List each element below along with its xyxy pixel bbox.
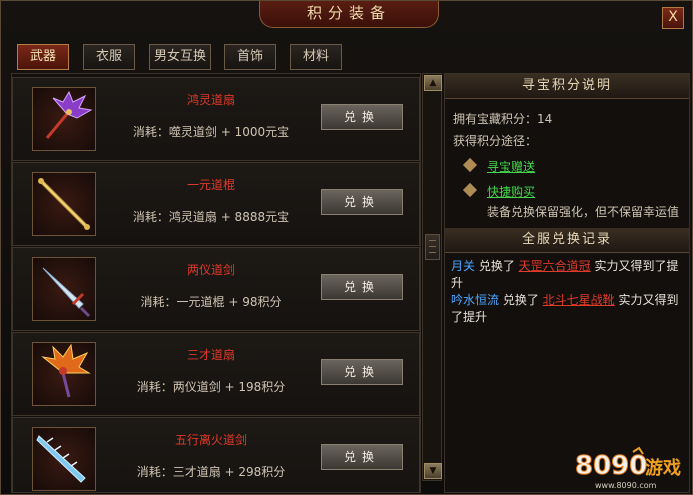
points-balance: 拥有宝藏积分：14 [453,112,553,126]
window-title: 积分装备 [259,1,439,28]
item-name: 鸿灵道扇 [186,93,235,107]
exchange-button[interactable]: 兑换 [321,274,403,300]
item-list-scrollbar[interactable]: ▲ ▼ [422,73,442,481]
item-cost: 消耗：三才道扇 + 298积分 [136,465,286,479]
scroll-up-button[interactable]: ▲ [424,75,442,91]
exchange-button[interactable]: 兑换 [321,444,403,470]
main-window: 积分装备 X 武器 衣服 男女互换 首饰 材料 鸿灵道扇 消耗：噬灵道剑 + 1… [0,0,693,495]
exchange-note: 装备兑换保留强化，但不保留幸运值 [487,205,680,219]
crystal-sword-icon[interactable] [32,427,96,491]
diamond-bullet-icon [462,182,478,198]
item-name: 两仪道剑 [186,263,235,277]
tab-gender-swap[interactable]: 男女互换 [149,44,211,70]
treasure-gift-link[interactable]: 寻宝赠送 [487,158,535,175]
purple-fan-icon[interactable] [32,87,96,151]
item-name: 一元道棍 [186,178,235,192]
item-cost: 消耗：鸿灵道扇 + 8888元宝 [132,210,290,224]
close-button[interactable]: X [662,7,684,29]
scroll-thumb[interactable] [425,234,440,260]
list-item: 三才道扇 消耗：两仪道剑 + 198积分 兑换 [12,332,420,416]
record-verb: 兑换了 [475,259,519,273]
item-cost: 消耗：两仪道剑 + 198积分 [136,380,286,394]
list-item: 鸿灵道扇 消耗：噬灵道剑 + 1000元宝 兑换 [12,77,420,161]
tab-weapons[interactable]: 武器 [17,44,69,70]
player-name[interactable]: 月关 [451,259,475,273]
svg-text:8090: 8090 [575,451,647,481]
svg-text:www.8090.com: www.8090.com [595,481,657,490]
player-name[interactable]: 吟水恒流 [451,293,499,307]
fire-fan-icon[interactable] [32,342,96,406]
golden-staff-icon[interactable] [32,172,96,236]
record-verb: 兑换了 [499,293,543,307]
equipment-link[interactable]: 北斗七星战靴 [543,293,615,307]
ice-sword-icon[interactable] [32,257,96,321]
tab-clothes[interactable]: 衣服 [83,44,135,70]
scroll-down-button[interactable]: ▼ [424,463,442,479]
tab-materials[interactable]: 材料 [290,44,342,70]
ways-title: 获得积分途径： [453,134,538,148]
record-entry: 月关 兑换了 天罡六合道冠 实力又得到了提升 [451,258,683,292]
quick-buy-link[interactable]: 快捷购买 [487,183,535,200]
list-item: 五行离火道剑 消耗：三才道扇 + 298积分 兑换 [12,417,420,492]
diamond-bullet-icon [462,157,478,173]
list-item: 两仪道剑 消耗：一元道棍 + 98积分 兑换 [12,247,420,331]
equipment-link[interactable]: 天罡六合道冠 [519,259,591,273]
item-list: 鸿灵道扇 消耗：噬灵道剑 + 1000元宝 兑换 一元道棍 消耗：鸿灵道扇 + … [11,73,421,493]
item-name: 五行离火道剑 [174,433,247,447]
record-entry: 吟水恒流 兑换了 北斗七星战靴 实力又得到了提升 [451,292,683,326]
exchange-button[interactable]: 兑换 [321,104,403,130]
exchange-button[interactable]: 兑换 [321,359,403,385]
item-name: 三才道扇 [186,348,235,362]
tab-jewelry[interactable]: 首饰 [224,44,276,70]
svg-text:游戏: 游戏 [645,457,681,479]
item-cost: 消耗：噬灵道剑 + 1000元宝 [132,125,290,139]
points-info-header: 寻宝积分说明 [445,74,689,99]
list-item: 一元道棍 消耗：鸿灵道扇 + 8888元宝 兑换 [12,162,420,246]
exchange-button[interactable]: 兑换 [321,189,403,215]
info-panel: 寻宝积分说明 拥有宝藏积分：14 获得积分途径： 寻宝赠送 快捷购买 装备兑换保… [444,73,690,493]
8090-logo: 8090 游戏 www.8090.com [575,446,681,490]
records-header: 全服兑换记录 [445,228,689,253]
item-cost: 消耗：一元道棍 + 98积分 [140,295,282,309]
